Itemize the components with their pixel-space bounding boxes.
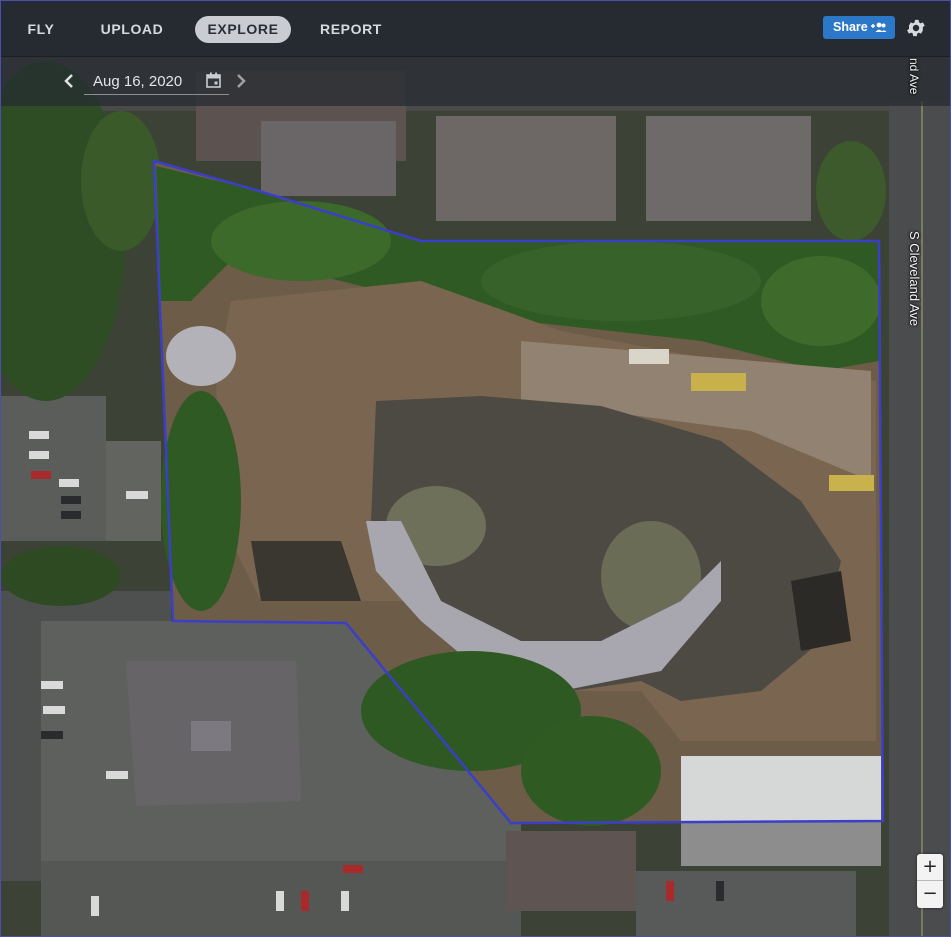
zoom-controls: + − [917, 854, 943, 908]
dump-truck [629, 349, 669, 364]
tab-upload[interactable]: UPLOAD [89, 16, 175, 43]
app-frame: Aug 16, 2020 nd Ave S Cleveland Ave FLY … [0, 0, 951, 937]
street-label: S Cleveland Ave [907, 231, 922, 327]
house-roof [506, 831, 636, 911]
rock-pile [166, 326, 236, 386]
share-button[interactable]: Share [823, 16, 895, 39]
tab-report[interactable]: REPORT [309, 16, 393, 43]
townhouse-roof [646, 116, 811, 221]
top-navigation: FLY UPLOAD EXPLORE REPORT Share [1, 1, 950, 57]
excavator [691, 373, 746, 391]
building-roof [681, 756, 881, 821]
loader [829, 475, 874, 491]
street-label-partial: nd Ave [907, 58, 921, 95]
chevron-left-icon[interactable] [61, 72, 77, 90]
zoom-out-button[interactable]: − [917, 881, 943, 907]
parking-lot-west [1, 396, 106, 541]
share-label: Share [833, 20, 868, 34]
calendar-icon[interactable] [206, 72, 221, 88]
gear-icon[interactable] [905, 17, 927, 39]
street-cleveland-ave [889, 101, 950, 936]
chevron-right-icon[interactable] [233, 72, 249, 90]
tab-explore[interactable]: EXPLORE [195, 16, 291, 43]
add-users-icon [871, 22, 887, 32]
aerial-map[interactable] [1, 1, 951, 937]
townhouse-roof [436, 116, 616, 221]
zoom-in-button[interactable]: + [917, 854, 943, 881]
date-bar: Aug 16, 2020 [1, 56, 950, 106]
tab-fly[interactable]: FLY [15, 16, 67, 43]
